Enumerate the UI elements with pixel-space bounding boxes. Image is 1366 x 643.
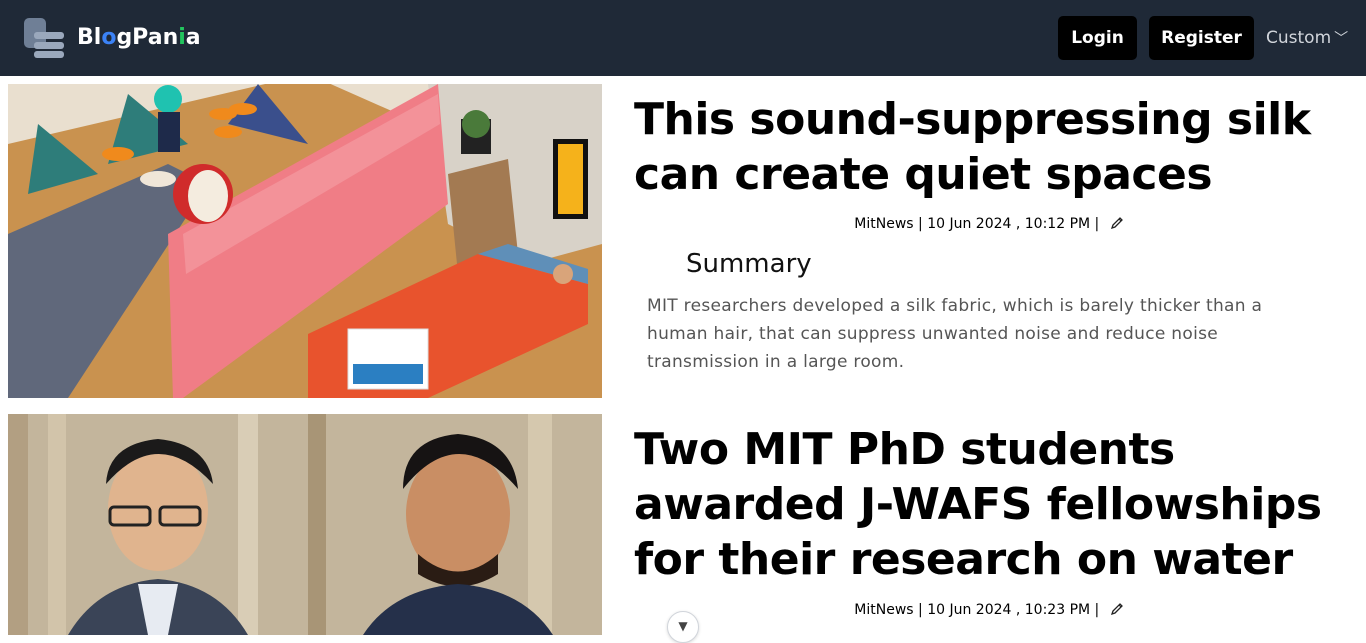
login-button[interactable]: Login	[1058, 16, 1137, 60]
pencil-icon[interactable]	[1110, 602, 1124, 616]
register-button[interactable]: Register	[1149, 16, 1254, 60]
chevron-down-icon: ﹀	[1334, 31, 1349, 47]
article-thumbnail[interactable]	[8, 84, 602, 398]
article-title[interactable]: This sound-suppressing silk can create q…	[634, 92, 1344, 202]
brand-part: i	[178, 25, 186, 50]
article-meta: MitNews | 10 Jun 2024 , 10:23 PM |	[634, 601, 1344, 619]
scroll-down-button[interactable]: ▼	[667, 611, 699, 643]
article-date: 10 Jun 2024 , 10:23 PM	[927, 602, 1091, 618]
brand-name[interactable]: BlogPania	[77, 24, 201, 52]
chevron-down-icon: ▼	[678, 619, 688, 633]
top-navbar: BlogPania Login Register Custom ﹀	[0, 0, 1366, 76]
brand-part: a	[185, 25, 201, 50]
blogpania-logo-icon[interactable]	[22, 16, 66, 60]
article-author[interactable]: MitNews	[854, 602, 913, 618]
article-thumbnail[interactable]	[8, 414, 602, 635]
pencil-icon[interactable]	[1110, 216, 1124, 230]
custom-dropdown-label: Custom	[1266, 28, 1332, 48]
article-author[interactable]: MitNews	[854, 216, 913, 232]
brand-part: o	[101, 25, 117, 50]
summary-text: MIT researchers developed a silk fabric,…	[647, 296, 1263, 372]
brand-part: Bl	[77, 25, 102, 50]
two-students-photo-icon	[8, 414, 602, 635]
article-meta: MitNews | 10 Jun 2024 , 10:12 PM |	[634, 215, 1344, 233]
article-date: 10 Jun 2024 , 10:12 PM	[927, 216, 1091, 232]
isometric-room-illustration-icon	[8, 84, 602, 398]
brand-part: gPan	[116, 25, 179, 50]
custom-dropdown[interactable]: Custom ﹀	[1266, 27, 1348, 50]
summary-heading: Summary	[686, 249, 812, 279]
article-title[interactable]: Two MIT PhD students awarded J-WAFS fell…	[634, 422, 1344, 587]
